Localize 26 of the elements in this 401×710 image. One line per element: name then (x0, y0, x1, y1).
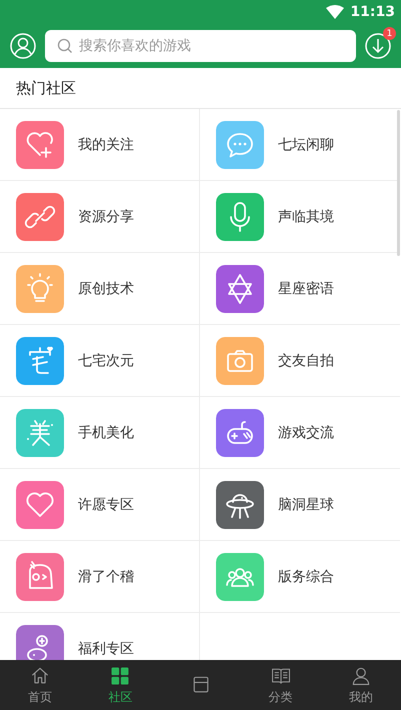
community-item[interactable]: 版务综合 (200, 541, 400, 613)
nav-tab[interactable]: 首页 (0, 660, 80, 710)
community-item[interactable]: 星座密语 (200, 253, 400, 325)
community-item[interactable]: 脑洞星球 (200, 469, 400, 541)
clock-time: 11:13 (350, 4, 395, 20)
community-item[interactable]: 滑了个稽 (0, 541, 200, 613)
nav-tab[interactable]: 社区 (80, 660, 160, 710)
grid-icon (109, 664, 132, 686)
search-field[interactable]: 搜索你喜欢的游戏 (45, 30, 356, 62)
community-item[interactable]: 手机美化 (0, 397, 200, 469)
section-title: 热门社区 (16, 78, 76, 98)
community-item[interactable]: 七宅次元 (0, 325, 200, 397)
nav-tab[interactable]: 我的 (320, 660, 401, 710)
community-item[interactable]: 游戏交流 (200, 397, 400, 469)
community-item[interactable]: 七坛闲聊 (200, 109, 400, 181)
community-item[interactable]: 许愿专区 (0, 469, 200, 541)
nav-tab[interactable]: 分类 (240, 660, 321, 710)
community-item[interactable]: 我的关注 (0, 109, 200, 181)
notification-badge: 1 (383, 27, 396, 40)
wifi-icon (326, 5, 344, 19)
community-item[interactable]: 交友自拍 (200, 325, 400, 397)
community-item[interactable]: 声临其境 (200, 181, 400, 253)
community-item[interactable]: 原创技术 (0, 253, 200, 325)
search-icon (57, 38, 73, 54)
user-avatar-icon[interactable] (10, 33, 36, 59)
community-item[interactable]: 资源分享 (0, 181, 200, 253)
